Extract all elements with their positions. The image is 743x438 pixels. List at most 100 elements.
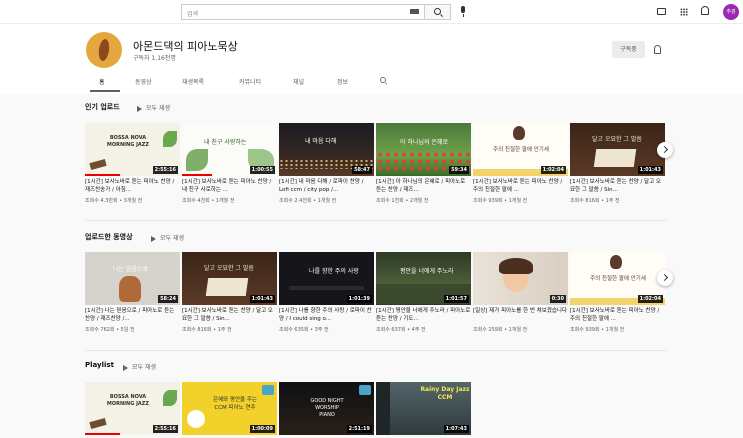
tab-about[interactable]: 정보	[337, 77, 348, 86]
video-card[interactable]: 0:30 [일상] 제가 피아노를 한 번 쳐보겠습니다 조회수 259회 • …	[473, 252, 568, 333]
video-duration: 58:24	[158, 295, 178, 303]
video-title[interactable]: [일상] 제가 피아노를 한 번 쳐보겠습니다	[473, 307, 568, 323]
video-duration: 2:55:16	[152, 166, 178, 174]
video-thumbnail[interactable]: GOOD NIGHT WORSHIP PIANO 2:51:19	[279, 382, 374, 435]
video-title[interactable]: [1시간] 보사노바로 듣는 피아노 찬양 / 내 친구 사로하는 ...	[182, 178, 277, 194]
video-thumbnail[interactable]: 달고 오묘한 그 말씀 1:01:43	[182, 252, 277, 305]
girl-illustration	[610, 255, 622, 269]
video-card[interactable]: 평안을 너에게 주노라 1:01:57 [1시간] 평안을 너에게 주노라 / …	[376, 252, 471, 333]
video-thumbnail[interactable]: 주의 친절한 팔에 안기세 1:02:04	[473, 123, 568, 176]
thumbnail-text: Rainy Day Jazz CCM	[420, 386, 470, 401]
video-meta: 조회수 259회 • 1개월 전	[473, 327, 528, 333]
thumbnail-text: BOSSA NOVA MORNING JAZZ	[106, 394, 150, 407]
section-divider	[85, 350, 667, 351]
video-title[interactable]: [1시간] 평안을 너에게 주노라 / 피아노로 듣는 찬양 / 기도...	[376, 307, 471, 323]
notifications-icon[interactable]	[701, 6, 709, 15]
video-title[interactable]: [1시간] 나는 믿음으로 / 피아노로 듣는 찬양 / 재즈찬양 /...	[85, 307, 180, 323]
video-duration: 2:55:16	[152, 425, 178, 433]
video-card[interactable]: 내 마음 다해 58:47 [1시간] 내 마음 다해 / 로파이 찬양 / L…	[279, 123, 374, 204]
video-title[interactable]: [1시간] 보사노바로 듣는 찬양 / 달고 오묘한 그 말씀 / Sin...	[182, 307, 277, 323]
video-thumbnail[interactable]: 0:30	[473, 252, 568, 305]
video-meta: 조회수 939회 • 1개월 전	[473, 198, 528, 204]
thumbnail-text: 은혜와 평안을 주는 CCM 피아노 연주	[213, 397, 257, 411]
video-thumbnail[interactable]: 은혜와 평안을 주는 CCM 피아노 연주 1:00:09	[182, 382, 277, 435]
watch-progress	[85, 433, 120, 435]
video-card[interactable]: 은혜와 평안을 주는 CCM 피아노 연주 1:00:09	[182, 382, 277, 435]
thumbnail-text: 내 친구 사랑하는	[204, 139, 247, 146]
video-thumbnail[interactable]: 내 마음 다해 58:47	[279, 123, 374, 176]
video-thumbnail[interactable]: 아 하나님의 은혜로 59:34	[376, 123, 471, 176]
video-card[interactable]: 주의 친절한 팔에 안기세 1:02:04 [1시간] 보사노바로 듣는 피아노…	[570, 252, 665, 333]
section-title-uploads: 업로드한 동영상	[85, 233, 133, 241]
channel-bell-icon[interactable]	[654, 45, 661, 54]
mic-icon[interactable]	[461, 6, 465, 17]
next-arrow-button[interactable]	[657, 142, 673, 158]
video-card[interactable]: 아 하나님의 은혜로 59:34 [1시간] 아 하나님의 은혜로 / 피아노로…	[376, 123, 471, 204]
video-title[interactable]: [1시간] 보사노바로 듣는 피아노 찬양 / 주의 친절한 팔에 ...	[570, 307, 665, 323]
search-input[interactable]: 검색	[181, 4, 425, 20]
channel-header: 아몬드댁의 피아노묵상 구독자 1.16천명 구독중 홈 동영상 재생목록 커뮤…	[0, 24, 743, 94]
tab-playlists[interactable]: 재생목록	[182, 77, 204, 86]
video-thumbnail[interactable]: BOSSA NOVA MORNING JAZZ 2:55:16	[85, 123, 180, 176]
search-icon	[434, 8, 441, 15]
channel-avatar	[86, 32, 122, 68]
video-thumbnail[interactable]: 내 친구 사랑하는 1:00:55	[182, 123, 277, 176]
tab-home[interactable]: 홈	[99, 77, 105, 86]
badge-icon	[359, 385, 371, 395]
video-card[interactable]: Rainy Day Jazz CCM 1:07:43	[376, 382, 471, 435]
tab-videos[interactable]: 동영상	[135, 77, 152, 86]
video-thumbnail[interactable]: 나는 믿음으로 58:24	[85, 252, 180, 305]
open-book	[593, 149, 637, 167]
section-title-popular: 인기 업로드	[85, 103, 120, 111]
video-card[interactable]: 내 친구 사랑하는 1:00:55 [1시간] 보사노바로 듣는 피아노 찬양 …	[182, 123, 277, 204]
video-title[interactable]: [1시간] 보사노바로 듣는 피아노 찬양 / 주의 친절한 팔에 ...	[473, 178, 568, 194]
tab-channels[interactable]: 채널	[293, 77, 304, 86]
video-title[interactable]: [1시간] 보사노바로 듣는 찬양 / 달고 오묘한 그 말씀 / Sin...	[570, 178, 665, 194]
video-title[interactable]: [1시간] 보사노바로 듣는 피아노 찬양 / 재즈찬송가 / 아침...	[85, 178, 180, 194]
subscribe-button[interactable]: 구독중	[612, 41, 645, 58]
active-tab-indicator	[90, 90, 120, 92]
video-card[interactable]: 나는 믿음으로 58:24 [1시간] 나는 믿음으로 / 피아노로 듣는 찬양…	[85, 252, 180, 333]
video-card[interactable]: 주의 친절한 팔에 안기세 1:02:04 [1시간] 보사노바로 듣는 피아노…	[473, 123, 568, 204]
video-card[interactable]: 달고 오묘한 그 말씀 1:01:43 [1시간] 보사노바로 듣는 찬양 / …	[182, 252, 277, 333]
video-card[interactable]: 나를 향한 주의 사랑 1:01:39 [1시간] 나를 향한 주의 사랑 / …	[279, 252, 374, 333]
search-button[interactable]	[425, 4, 451, 20]
play-all-label: 모두 재생	[132, 364, 156, 371]
video-meta: 조회수 4천회 • 1개월 전	[182, 198, 235, 204]
video-card[interactable]: BOSSA NOVA MORNING JAZZ 2:55:16	[85, 382, 180, 435]
video-card[interactable]: BOSSA NOVA MORNING JAZZ 2:55:16 [1시간] 보사…	[85, 123, 180, 204]
video-thumbnail[interactable]: 평안을 너에게 주노라 1:01:57	[376, 252, 471, 305]
next-arrow-button[interactable]	[657, 270, 673, 286]
video-meta: 조회수 2.4천회 • 1개월 전	[279, 198, 337, 204]
play-all-playlist[interactable]: 모두 재생	[123, 362, 156, 371]
video-duration: 1:00:09	[249, 425, 275, 433]
account-avatar[interactable]: 추광	[723, 4, 739, 20]
video-title[interactable]: [1시간] 내 마음 다해 / 로파이 찬양 / Lofi ccm / city…	[279, 178, 374, 194]
video-meta: 조회수 816회 • 1주 전	[182, 327, 232, 333]
create-video-icon[interactable]	[657, 8, 666, 15]
thumbnail-text: BOSSA NOVA MORNING JAZZ	[106, 135, 150, 148]
video-thumbnail[interactable]: Rainy Day Jazz CCM 1:07:43	[376, 382, 471, 435]
video-title[interactable]: [1시간] 아 하나님의 은혜로 / 피아노로 듣는 찬양 / 재즈...	[376, 178, 471, 194]
play-all-label: 모두 재생	[160, 235, 184, 242]
play-all-uploads[interactable]: 모두 재생	[151, 233, 184, 242]
apps-icon[interactable]	[680, 8, 688, 16]
video-duration: 1:01:39	[346, 295, 372, 303]
video-thumbnail[interactable]: 나를 향한 주의 사랑 1:01:39	[279, 252, 374, 305]
video-card[interactable]: 달고 오묘한 그 말씀 1:01:43 [1시간] 보사노바로 듣는 찬양 / …	[570, 123, 665, 204]
tab-community[interactable]: 커뮤니티	[239, 77, 261, 86]
video-card[interactable]: GOOD NIGHT WORSHIP PIANO 2:51:19	[279, 382, 374, 435]
keyboard-icon[interactable]	[410, 9, 419, 14]
video-thumbnail[interactable]: 달고 오묘한 그 말씀 1:01:43	[570, 123, 665, 176]
video-meta: 조회수 635회 • 3주 전	[279, 327, 329, 333]
thumbnail-text: 나는 믿음으로	[113, 266, 149, 273]
play-all-label: 모두 재생	[146, 105, 170, 112]
video-thumbnail[interactable]: BOSSA NOVA MORNING JAZZ 2:55:16	[85, 382, 180, 435]
video-title[interactable]: [1시간] 나를 향한 주의 사랑 / 로파이 찬양 / I could sin…	[279, 307, 374, 323]
badge-icon	[262, 385, 274, 395]
video-thumbnail[interactable]: 주의 친절한 팔에 안기세 1:02:04	[570, 252, 665, 305]
channel-search-icon[interactable]	[380, 77, 386, 83]
play-all-popular[interactable]: 모두 재생	[137, 103, 170, 112]
video-duration: 59:34	[449, 166, 469, 174]
toy-figure	[119, 276, 141, 302]
